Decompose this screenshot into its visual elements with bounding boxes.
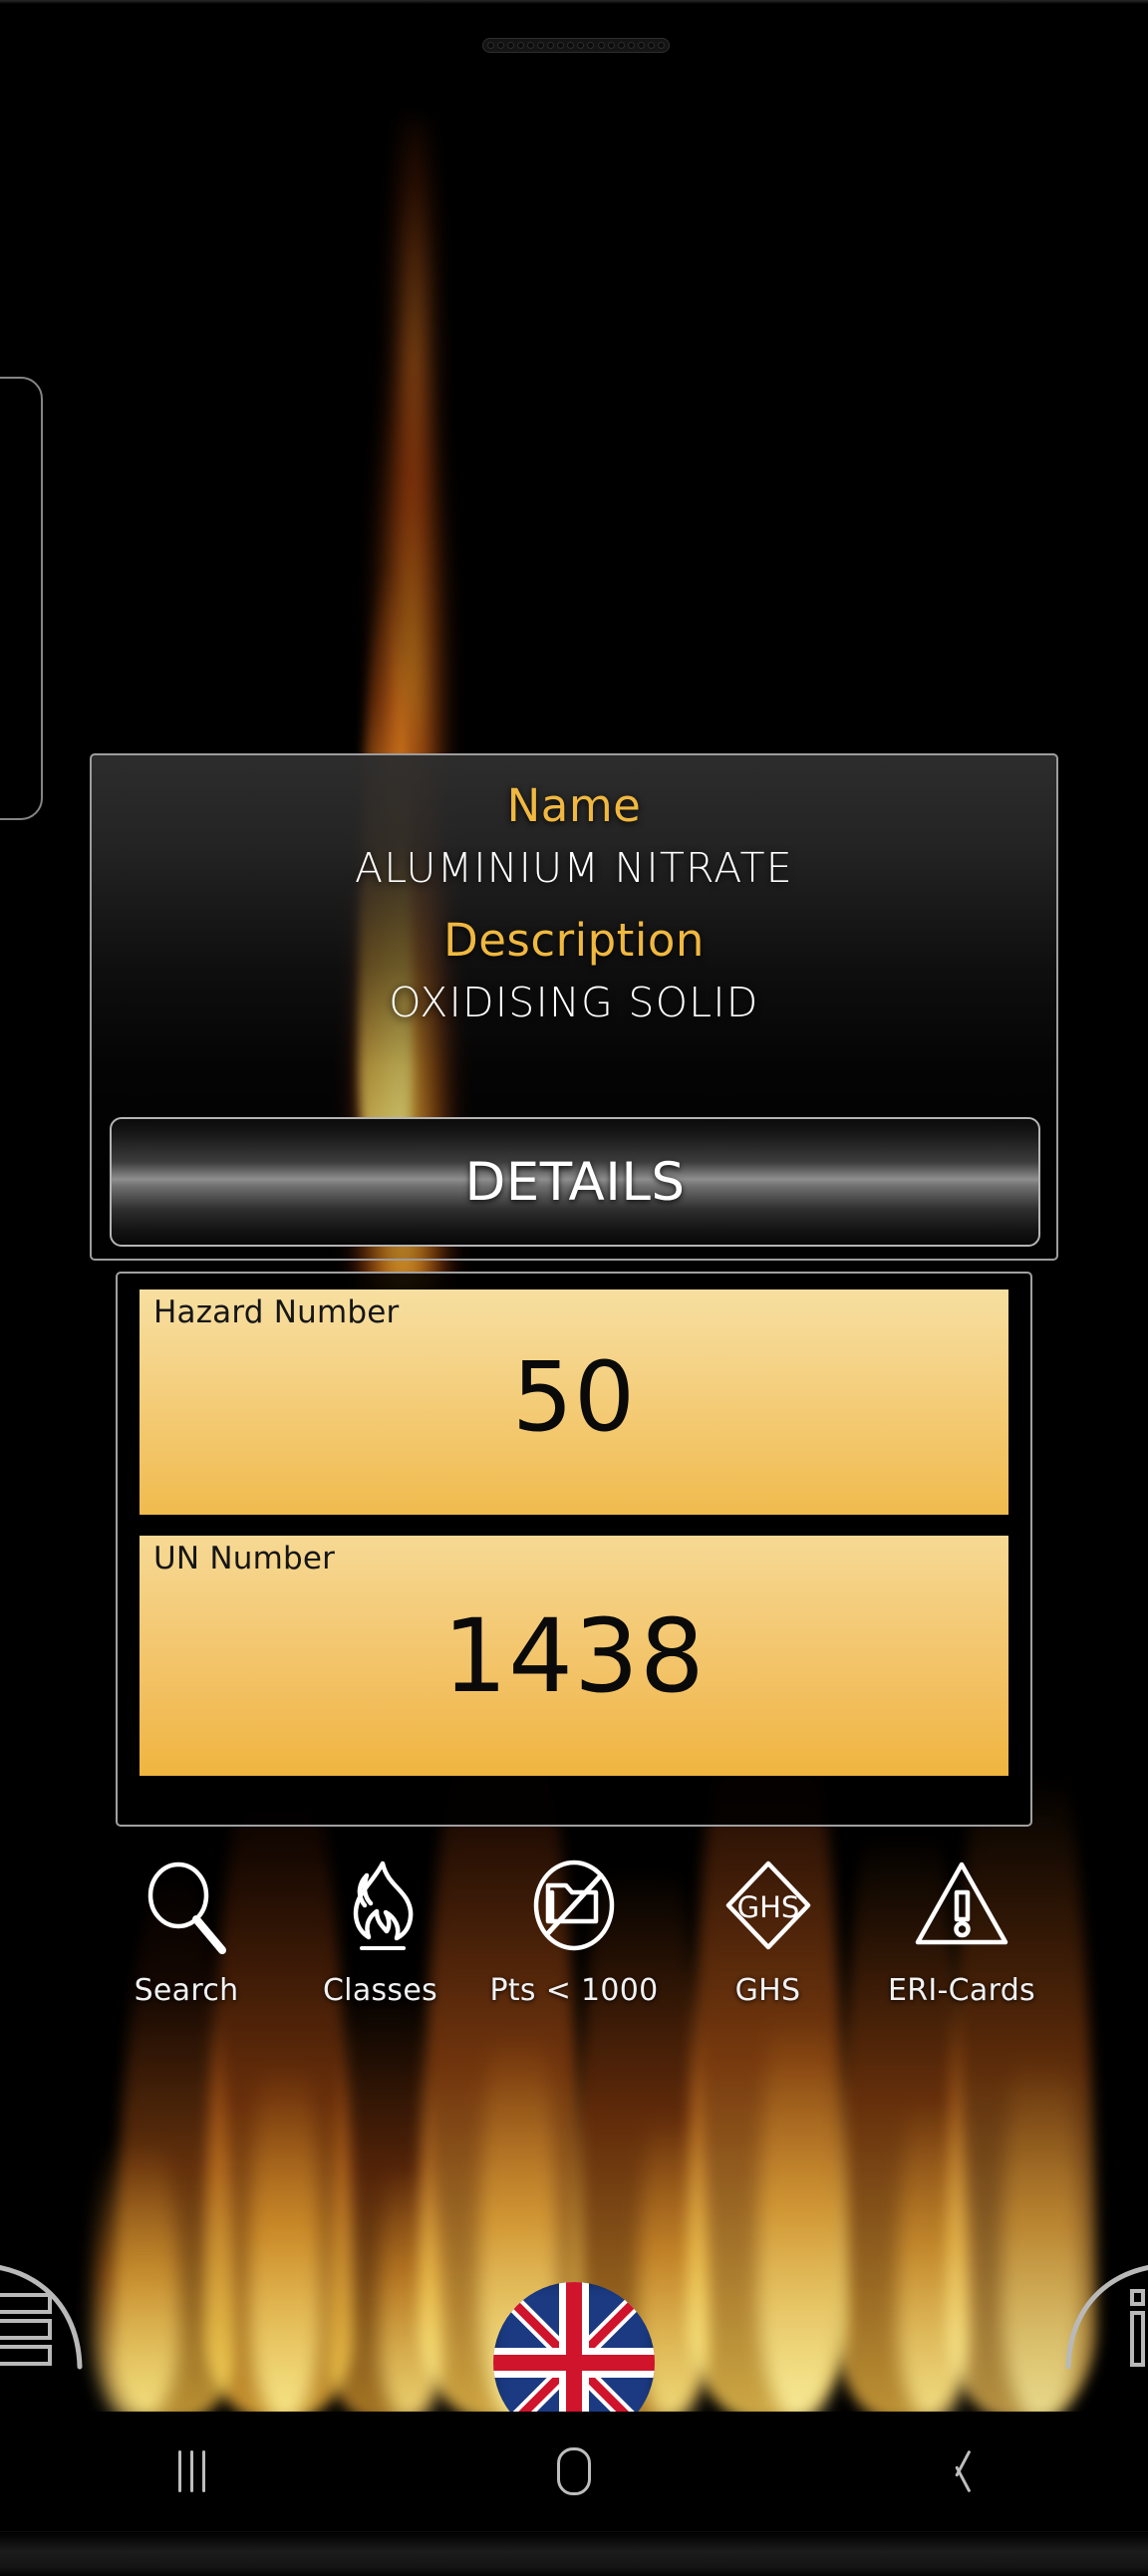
details-button[interactable]: DETAILS [110, 1117, 1040, 1247]
nav-back-button[interactable] [877, 2417, 1036, 2526]
android-nav-bar [0, 2412, 1148, 2531]
toolbar-item-classes[interactable]: Classes [284, 1849, 477, 2008]
toolbar-label-classes: Classes [322, 1973, 438, 2008]
menu-button[interactable] [0, 2217, 108, 2377]
toolbar-item-pts[interactable]: Pts < 1000 [477, 1849, 671, 2008]
no-folder-icon [515, 1849, 633, 1966]
left-edge-panel-outline[interactable] [0, 377, 43, 820]
toolbar-item-search[interactable]: Search [90, 1849, 283, 2008]
substance-info-card: Name ALUMINIUM NITRATE Description OXIDI… [90, 753, 1058, 1261]
numbers-container: Hazard Number 50 UN Number 1438 [116, 1272, 1032, 1827]
toolbar-label-ghs: GHS [734, 1973, 801, 2008]
description-value: OXIDISING SOLID [389, 979, 759, 1026]
earpiece-speaker-icon [482, 38, 670, 53]
bottom-bezel [0, 2531, 1148, 2576]
home-icon [557, 2447, 591, 2495]
name-value: ALUMINIUM NITRATE [354, 844, 794, 892]
recents-icon [177, 2450, 205, 2492]
un-number-value: 1438 [442, 1597, 706, 1716]
nav-recents-button[interactable] [112, 2417, 271, 2526]
description-label: Description [443, 914, 705, 967]
hazard-number-caption: Hazard Number [153, 1294, 400, 1330]
svg-text:GHS: GHS [736, 1890, 799, 1924]
name-label: Name [506, 779, 642, 832]
toolbar-label-eri-cards: ERI-Cards [888, 1973, 1035, 2008]
hazard-number-value: 50 [511, 1341, 637, 1453]
toolbar-item-eri-cards[interactable]: ERI-Cards [865, 1849, 1058, 2008]
toolbar-label-pts: Pts < 1000 [489, 1973, 659, 2008]
back-chevron-icon [942, 2448, 972, 2494]
warning-triangle-icon [903, 1849, 1020, 1966]
flame-icon [322, 1849, 439, 1966]
main-icon-toolbar: Search Classes Pts < 1000 GHS GHS ERI-Ca… [90, 1849, 1058, 2048]
details-button-label: DETAILS [464, 1151, 686, 1213]
un-number-panel[interactable]: UN Number 1438 [140, 1536, 1008, 1776]
toolbar-label-search: Search [134, 1973, 239, 2008]
hazard-number-panel[interactable]: Hazard Number 50 [140, 1289, 1008, 1515]
toolbar-item-ghs[interactable]: GHS GHS [672, 1849, 865, 2008]
un-number-caption: UN Number [153, 1541, 336, 1576]
ghs-diamond-icon: GHS [710, 1849, 827, 1966]
phone-screen: Name ALUMINIUM NITRATE Description OXIDI… [0, 0, 1148, 2576]
info-button[interactable] [1040, 2217, 1148, 2377]
search-icon [128, 1849, 245, 1966]
top-bezel-line [0, 0, 1148, 4]
nav-home-button[interactable] [494, 2417, 654, 2526]
